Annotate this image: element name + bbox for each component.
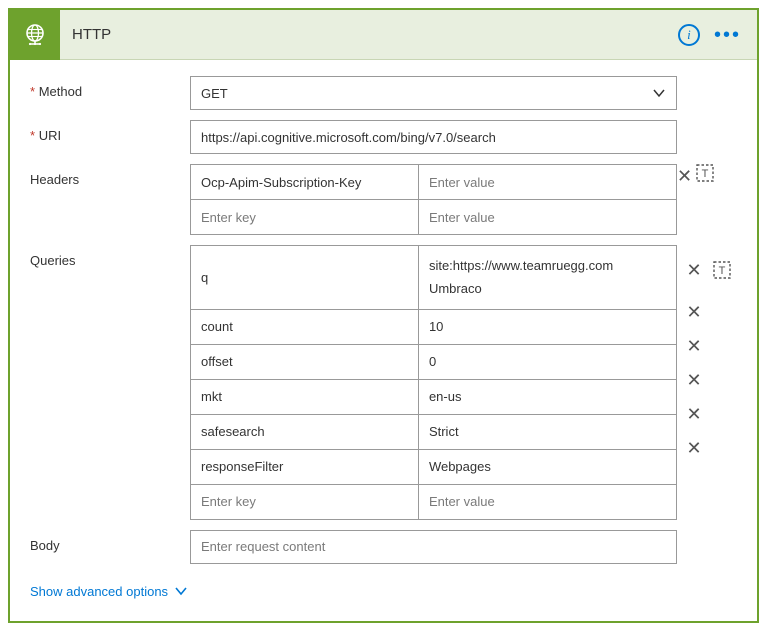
queries-label: Queries xyxy=(30,245,190,268)
switch-mode-icon[interactable]: T xyxy=(696,164,714,182)
svg-text:T: T xyxy=(701,168,708,180)
header-key-input[interactable]: Enter key xyxy=(191,200,419,234)
query-key-input[interactable]: responseFilter xyxy=(191,450,419,484)
query-value-input[interactable]: 10 xyxy=(419,310,676,344)
query-key-input[interactable]: Enter key xyxy=(191,485,419,519)
card-title: HTTP xyxy=(60,26,678,43)
more-icon[interactable]: ••• xyxy=(714,25,741,45)
info-icon[interactable]: i xyxy=(678,24,700,46)
delete-row-icon[interactable]: ✕ xyxy=(685,336,703,357)
query-value-input[interactable]: Webpages xyxy=(419,450,676,484)
body-input[interactable]: Enter request content xyxy=(190,530,677,564)
method-label: * Method xyxy=(30,76,190,99)
query-key-input[interactable]: mkt xyxy=(191,380,419,414)
delete-row-icon[interactable]: ✕ xyxy=(685,404,703,425)
delete-row-icon[interactable]: ✕ xyxy=(685,370,703,391)
query-value-input[interactable]: 0 xyxy=(419,345,676,379)
delete-row-icon[interactable]: ✕ xyxy=(685,438,703,459)
body-label: Body xyxy=(30,530,190,553)
switch-mode-icon[interactable]: T xyxy=(713,261,731,279)
delete-row-icon[interactable]: ✕ xyxy=(677,166,692,186)
query-key-input[interactable]: offset xyxy=(191,345,419,379)
query-value-input[interactable]: Strict xyxy=(419,415,676,449)
header-value-input[interactable]: Enter value xyxy=(419,165,676,199)
query-key-input[interactable]: q xyxy=(191,246,419,309)
query-value-input[interactable]: site:https://www.teamruegg.com Umbraco xyxy=(419,246,676,309)
delete-row-icon[interactable]: ✕ xyxy=(685,302,703,323)
chevron-down-icon xyxy=(652,86,666,100)
uri-label: * URI xyxy=(30,120,190,143)
method-value: GET xyxy=(201,86,228,101)
query-value-input[interactable]: en-us xyxy=(419,380,676,414)
chevron-down-icon xyxy=(174,584,188,598)
card-header: HTTP i ••• xyxy=(10,10,757,60)
query-key-input[interactable]: safesearch xyxy=(191,415,419,449)
delete-row-icon[interactable]: ✕ xyxy=(685,260,703,281)
http-action-card: HTTP i ••• * Method GET xyxy=(8,8,759,623)
headers-label: Headers xyxy=(30,164,190,187)
svg-text:T: T xyxy=(719,265,726,277)
show-advanced-options[interactable]: Show advanced options xyxy=(30,574,737,599)
card-body: * Method GET * URI https://ap xyxy=(10,60,757,621)
query-key-input[interactable]: count xyxy=(191,310,419,344)
header-key-input[interactable]: Ocp-Apim-Subscription-Key xyxy=(191,165,419,199)
query-value-input[interactable]: Enter value xyxy=(419,485,676,519)
uri-input[interactable]: https://api.cognitive.microsoft.com/bing… xyxy=(190,120,677,154)
http-globe-icon xyxy=(10,10,60,60)
header-value-input[interactable]: Enter value xyxy=(419,200,676,234)
method-select[interactable]: GET xyxy=(190,76,677,110)
